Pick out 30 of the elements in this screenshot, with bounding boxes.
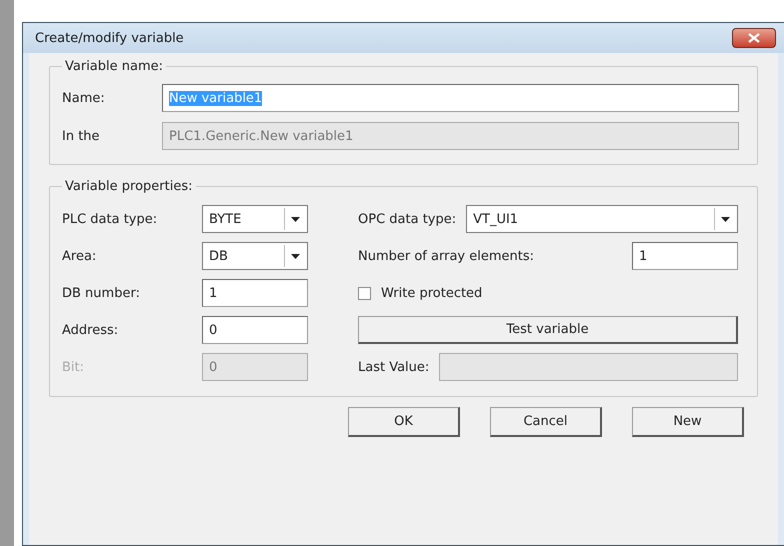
close-button[interactable] bbox=[732, 28, 776, 48]
field-label: PLC data type: bbox=[62, 212, 158, 226]
window-title: Create/modify variable bbox=[35, 30, 184, 46]
group-title: Variable properties: bbox=[64, 179, 194, 194]
input-field[interactable]: 0 bbox=[202, 316, 308, 344]
dropdown-arrow-icon bbox=[290, 254, 300, 258]
field-label: OPC data type: bbox=[358, 212, 456, 226]
dialog-button[interactable]: Cancel bbox=[490, 407, 602, 437]
dropdown[interactable]: DB bbox=[202, 242, 308, 270]
group-title: Variable name: bbox=[64, 59, 164, 74]
field-label: Bit: bbox=[62, 360, 86, 374]
dropdown-arrow-icon bbox=[290, 216, 300, 222]
dropdown-arrow-icon bbox=[720, 216, 730, 222]
dropdown[interactable]: BYTE bbox=[202, 205, 308, 233]
field-label: Area: bbox=[62, 248, 98, 264]
dialog-button[interactable]: New bbox=[632, 407, 744, 437]
field-label: DB number: bbox=[62, 286, 141, 300]
checkbox-label: Write protected bbox=[381, 286, 482, 300]
field-label: Number of array elements: bbox=[358, 248, 534, 264]
field-label: In the bbox=[62, 128, 101, 144]
input-field[interactable]: 1 bbox=[632, 242, 738, 270]
field-label: Name: bbox=[62, 90, 106, 106]
test-variable-button[interactable]: Test variable bbox=[358, 316, 738, 344]
field-label: Address: bbox=[62, 322, 120, 338]
checkbox[interactable] bbox=[358, 286, 371, 300]
input-field[interactable]: 1 bbox=[202, 279, 308, 307]
dropdown[interactable]: VT_UI1 bbox=[466, 205, 738, 233]
dialog-button[interactable]: OK bbox=[348, 407, 460, 437]
close-icon bbox=[748, 33, 760, 43]
field-label: Last Value: bbox=[358, 360, 430, 374]
